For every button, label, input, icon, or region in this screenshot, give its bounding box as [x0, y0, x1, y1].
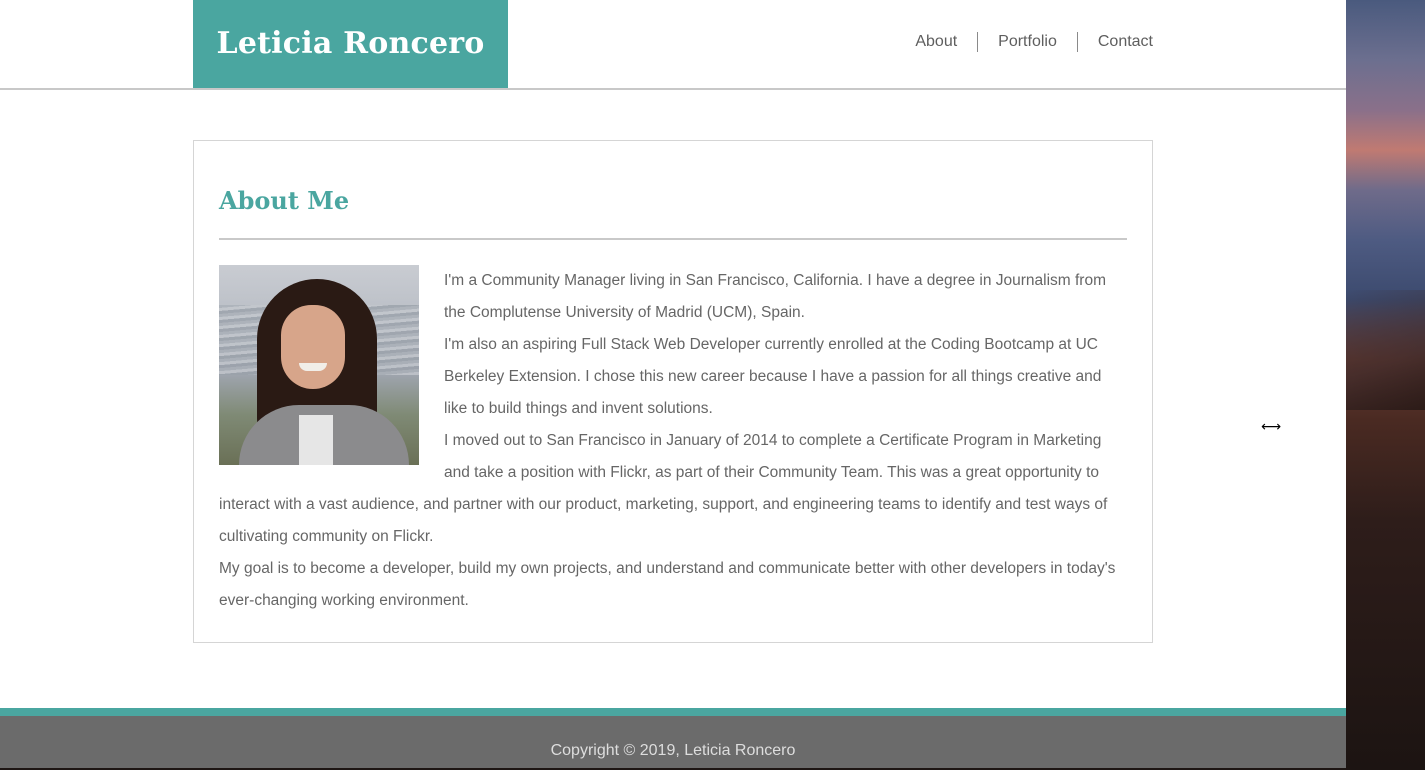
about-divider — [219, 238, 1127, 240]
main-nav: About Portfolio Contact — [895, 32, 1153, 52]
site-brand[interactable]: Leticia Roncero — [193, 0, 508, 88]
profile-photo — [219, 265, 419, 465]
photo-face — [281, 305, 345, 389]
desktop-mountain — [1346, 290, 1425, 410]
footer-copyright: Copyright © 2019, Leticia Roncero — [550, 742, 796, 759]
site-header: Leticia Roncero About Portfolio Contact — [0, 0, 1346, 90]
nav-link-about[interactable]: About — [895, 32, 977, 52]
photo-shirt — [299, 415, 333, 465]
nav-link-contact[interactable]: Contact — [1076, 32, 1153, 52]
photo-smile — [299, 363, 327, 371]
resize-horizontal-icon: ⟷ — [1261, 419, 1282, 435]
footer-accent-band — [0, 708, 1346, 716]
about-paragraph-4: My goal is to become a developer, build … — [219, 560, 1116, 609]
browser-page: Leticia Roncero About Portfolio Contact … — [0, 0, 1346, 768]
about-section: About Me I'm a Community Manager living … — [193, 140, 1153, 643]
nav-link-portfolio[interactable]: Portfolio — [977, 32, 1077, 52]
site-footer: Copyright © 2019, Leticia Roncero — [0, 716, 1346, 768]
about-title: About Me — [219, 186, 350, 215]
about-body: I'm a Community Manager living in San Fr… — [219, 265, 1127, 617]
